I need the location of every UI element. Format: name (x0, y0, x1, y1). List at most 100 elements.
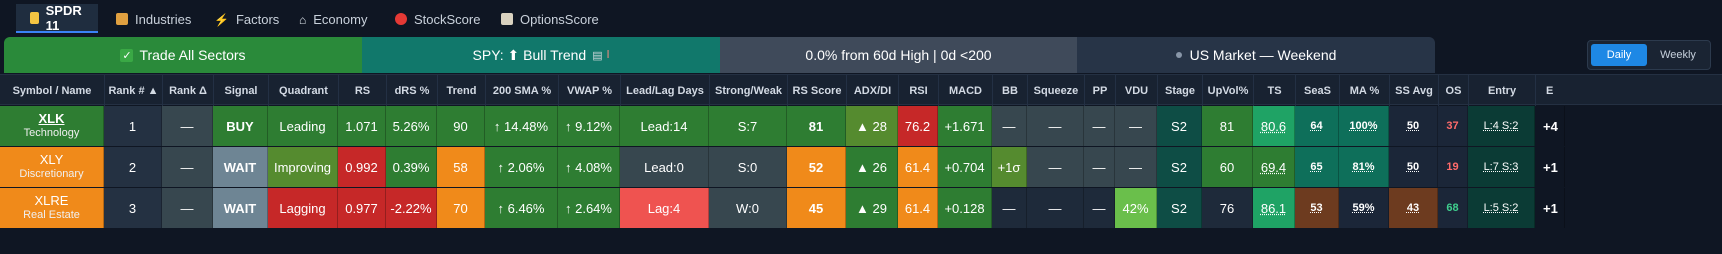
ts-cell[interactable]: 80.6 (1253, 106, 1295, 146)
col-ts[interactable]: TS (1253, 75, 1295, 106)
col-upvol[interactable]: UpVol% (1202, 75, 1253, 106)
banner-sectors-text: Trade All Sectors (139, 47, 246, 63)
drs-cell: -2.22% (386, 188, 437, 228)
tab-industries[interactable]: Industries (116, 5, 191, 33)
col-e[interactable]: E (1535, 75, 1565, 106)
drs-cell: 5.26% (386, 106, 437, 146)
col-squeeze[interactable]: Squeeze (1027, 75, 1084, 106)
tab-label: Factors (235, 11, 280, 27)
leadlag-cell: Lead:14 (620, 106, 709, 146)
pp-cell: — (1084, 147, 1115, 187)
col-adx[interactable]: ADX/DI (846, 75, 898, 106)
tab-label: OptionsScore (520, 11, 599, 27)
col-ssavg[interactable]: SS Avg (1389, 75, 1438, 106)
adx-cell: ▲ 26 (846, 147, 898, 187)
symbol-ticker[interactable]: XLY (40, 152, 64, 167)
thermometer-icon: ǀ (606, 49, 610, 61)
col-symbol[interactable]: Symbol / Name (0, 75, 104, 106)
col-entry[interactable]: Entry (1468, 75, 1535, 106)
bb-cell: — (992, 106, 1027, 146)
ts-cell[interactable]: 86.1 (1253, 188, 1295, 228)
factory-icon (116, 13, 128, 25)
timeframe-toggle: Daily Weekly (1587, 40, 1711, 70)
os-cell: 37 (1438, 106, 1468, 146)
quadrant-cell: Leading (268, 106, 338, 146)
rsi-cell: 61.4 (898, 147, 938, 187)
tab-optionsscore[interactable]: OptionsScore (501, 5, 599, 33)
col-signal[interactable]: Signal (213, 75, 268, 106)
clipboard-icon (501, 13, 513, 25)
entry-cell[interactable]: L:7 S:3 (1468, 147, 1535, 187)
symbol-cell[interactable]: XLK Technology (0, 106, 104, 146)
col-pp[interactable]: PP (1084, 75, 1115, 106)
weekly-button[interactable]: Weekly (1650, 44, 1706, 66)
rank-cell: 2 (104, 147, 162, 187)
entry-cell[interactable]: L:4 S:2 (1468, 106, 1535, 146)
tab-stockscore[interactable]: StockScore (395, 5, 480, 33)
col-rank-delta[interactable]: Rank Δ (162, 75, 213, 106)
col-trend[interactable]: Trend (437, 75, 485, 106)
table-row[interactable]: XLY Discretionary 2 — WAIT Improving 0.9… (0, 147, 1722, 187)
symbol-cell[interactable]: XLY Discretionary (0, 147, 104, 187)
col-vwap[interactable]: VWAP % (558, 75, 620, 106)
squeeze-cell: — (1027, 147, 1084, 187)
ma-cell[interactable]: 59% (1339, 188, 1389, 228)
col-vdu[interactable]: VDU (1115, 75, 1157, 106)
symbol-name: Discretionary (19, 168, 84, 180)
banner-high-text: 0.0% from 60d High | 0d <200 (805, 47, 992, 63)
col-macd[interactable]: MACD (938, 75, 992, 106)
ts-cell[interactable]: 69.4 (1253, 147, 1295, 187)
bank-icon: ⌂ (299, 13, 307, 27)
col-ma[interactable]: MA % (1339, 75, 1389, 106)
col-quadrant[interactable]: Quadrant (268, 75, 338, 106)
table-row[interactable]: XLRE Real Estate 3 — WAIT Lagging 0.977 … (0, 188, 1722, 228)
col-strongweak[interactable]: Strong/Weak (709, 75, 787, 106)
bar-chart-icon (30, 11, 39, 24)
sma200-cell: ↑ 14.48% (485, 106, 558, 146)
ma-cell[interactable]: 100% (1339, 106, 1389, 146)
col-os[interactable]: OS (1438, 75, 1468, 106)
col-seas[interactable]: SeaS (1295, 75, 1339, 106)
ma-cell[interactable]: 81% (1339, 147, 1389, 187)
col-leadlag[interactable]: Lead/Lag Days (620, 75, 709, 106)
tab-label: SPDR 11 (45, 2, 82, 33)
leadlag-cell: Lead:0 (620, 147, 709, 187)
pp-cell: — (1084, 188, 1115, 228)
leadlag-cell: Lag:4 (620, 188, 709, 228)
daily-button[interactable]: Daily (1591, 44, 1647, 66)
seas-cell[interactable]: 64 (1295, 106, 1339, 146)
upvol-cell: 60 (1202, 147, 1253, 187)
col-rs[interactable]: RS (338, 75, 386, 106)
ssavg-cell[interactable]: 43 (1389, 188, 1438, 228)
strongweak-cell: S:0 (709, 147, 787, 187)
ssavg-cell[interactable]: 50 (1389, 106, 1438, 146)
col-bb[interactable]: BB (992, 75, 1027, 106)
tab-label: Industries (135, 11, 192, 27)
table-row[interactable]: XLK Technology 1 — BUY Leading 1.071 5.2… (0, 106, 1722, 146)
seas-cell[interactable]: 65 (1295, 147, 1339, 187)
col-sma200[interactable]: 200 SMA % (485, 75, 558, 106)
trend-cell: 90 (437, 106, 485, 146)
col-drs[interactable]: dRS % (386, 75, 437, 106)
tab-spdr-11[interactable]: SPDR 11 (16, 2, 98, 33)
col-rank[interactable]: Rank # ▲ (104, 75, 162, 106)
seas-cell[interactable]: 53 (1295, 188, 1339, 228)
rs-cell: 1.071 (338, 106, 386, 146)
rsscore-cell: 45 (787, 188, 846, 228)
col-rsi[interactable]: RSI (898, 75, 938, 106)
col-stage[interactable]: Stage (1157, 75, 1202, 106)
vwap-cell: ↑ 2.64% (558, 188, 620, 228)
entry-cell[interactable]: L:5 S:2 (1468, 188, 1535, 228)
symbol-ticker[interactable]: XLRE (35, 193, 69, 208)
vdu-cell: 42% (1115, 188, 1157, 228)
symbol-ticker[interactable]: XLK (39, 111, 65, 126)
tab-factors[interactable]: ⚡ Factors (214, 5, 279, 33)
sma200-cell: ↑ 2.06% (485, 147, 558, 187)
squeeze-cell: — (1027, 188, 1084, 228)
tab-economy[interactable]: ⌂ Economy (299, 5, 367, 33)
pp-cell: — (1084, 106, 1115, 146)
ssavg-cell[interactable]: 50 (1389, 147, 1438, 187)
symbol-cell[interactable]: XLRE Real Estate (0, 188, 104, 228)
bb-cell: — (992, 188, 1027, 228)
col-rsscore[interactable]: RS Score (787, 75, 846, 106)
